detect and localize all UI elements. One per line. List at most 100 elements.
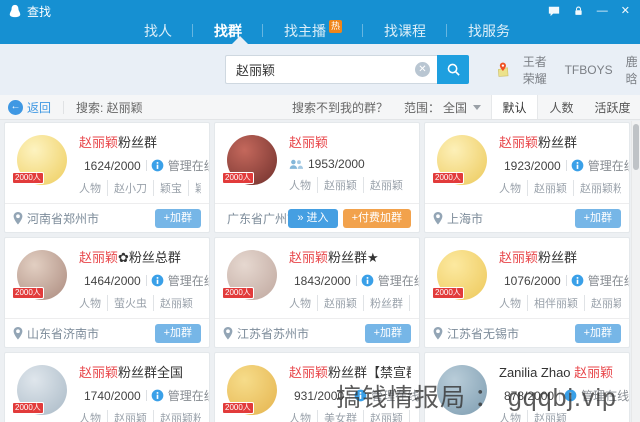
admin-online-group: 管理在线 [565,272,629,289]
tag-list: 人物 赵丽颖 赵丽颖 [289,177,403,193]
group-card[interactable]: 2000人 赵丽颖粉丝群 1076/2000 管理在线 人物相伴丽颖赵丽颖 [424,237,630,348]
divider [565,160,567,171]
admin-online-label: 管理在线 [581,389,630,403]
window-controls: — ✕ [548,5,630,17]
card-buttons: +加群 [574,208,621,228]
card-info: 赵丽颖粉丝群【禁宣群 931/2000 管理在线 人物美女群赵丽颖 颖宝宝 [289,365,419,422]
group-title: 赵丽颖粉丝群★ [289,250,379,265]
admin-online-group: 管理在线 [145,272,209,289]
group-tag: 赵丽颖 [317,177,357,193]
minimize-button[interactable]: — [597,5,608,17]
group-card[interactable]: 2000人 赵丽颖粉丝群★ 1843/2000 管理在线 人物赵丽颖粉丝群颖 [214,237,420,348]
map-pin-icon[interactable] [496,57,510,82]
group-tag: 人物 [499,298,521,310]
join-group-button[interactable]: +加群 [364,323,411,343]
group-tag: 赵丽颖 [584,295,621,311]
sort-tab[interactable]: 默认 [491,95,538,119]
group-tag: 赵丽颖 [527,180,567,196]
nav-tabs: 找人 找群 找主播 热 找课程 找服务 [0,18,640,44]
group-avatar: 2000人 [12,135,67,185]
member-count: 1076/2000 [504,273,561,288]
card-info: 赵丽颖粉丝群全国 1740/2000 管理在线 人物赵丽颖赵丽颖粉丝赵丽... [79,365,209,422]
search-bar: ✕ 王者荣耀 TFBOYS 鹿晗 [0,44,640,95]
card-top: 2000人 赵丽颖 1953/2000 人物 赵丽颖 赵丽颖 [215,123,419,193]
member-count: 878/2000 [504,388,555,403]
group-tag: 赵丽颖 [363,177,403,193]
group-tag: 人物 [499,183,521,195]
divider [565,275,567,286]
info-icon [354,389,367,402]
enter-group-button[interactable]: » 进入 [288,208,338,228]
clear-icon[interactable]: ✕ [415,62,430,77]
search-input[interactable] [225,55,437,84]
member-row: 1624/2000 管理在线 [79,157,209,174]
divider [145,160,147,171]
nav-tab[interactable]: 找主播 热 [263,18,364,44]
group-card[interactable]: 2000人 赵丽颖粉丝群 1923/2000 管理在线 人物赵丽颖赵丽颖粉丝颖火… [424,122,630,233]
group-card[interactable]: 2000人 赵丽颖粉丝群全国 1740/2000 管理在线 人物赵丽颖赵丽颖粉丝… [4,352,210,422]
search-button[interactable] [437,55,469,84]
location-pin-icon [13,211,23,225]
group-tag: 人物 [79,413,101,422]
group-card[interactable]: 2000人 赵丽颖粉丝群【禁宣群 931/2000 管理在线 人物美女群赵丽颖颖… [214,352,420,422]
group-tag: 萤火虫 [107,295,147,311]
join-group-button[interactable]: +加群 [574,208,621,228]
card-buttons: +加群 [364,323,411,343]
sort-tab[interactable]: 人数 [538,95,585,119]
nav-tab[interactable]: 找课程 [363,18,447,44]
group-title: 赵丽颖粉丝群【禁宣群 [289,365,411,380]
card-top: Zanilia Zhao 赵丽颖 878/2000 管理在线 人物 赵丽颖 [425,353,629,422]
feedback-icon[interactable] [548,5,560,17]
group-tag: 人物 [289,413,311,422]
nav-tab[interactable]: 找群 [193,18,263,44]
join-group-button[interactable]: +加群 [154,323,201,343]
group-card[interactable]: Zanilia Zhao 赵丽颖 878/2000 管理在线 人物 赵丽颖 [424,352,630,422]
divider [349,390,351,401]
card-buttons: +加群 [154,208,201,228]
tag-list: 人物美女群赵丽颖 颖宝宝 [289,410,411,422]
active-tab-notch [232,36,248,44]
group-title: Zanilia Zhao 赵丽颖 [499,365,614,380]
location-pin-icon [433,326,443,340]
card-top: 2000人 赵丽颖粉丝群 1923/2000 管理在线 人物赵丽颖赵丽颖粉丝颖火… [425,123,629,196]
group-avatar: 2000人 [432,250,487,300]
group-card[interactable]: 2000人 赵丽颖粉丝群 1624/2000 管理在线 人物赵小刀颖宝颖火虫粉.… [4,122,210,233]
group-card[interactable]: 2000人 赵丽颖✿粉丝总群 1464/2000 管理在线 人物萤火虫赵丽颖 [4,237,210,348]
scrollbar[interactable] [631,121,640,422]
scope-dropdown[interactable]: 范围： 全国 [404,99,481,116]
scrollbar-thumb[interactable] [633,124,639,170]
hot-keyword-link[interactable]: 王者荣耀 [523,53,552,87]
nav-tab[interactable]: 找人 [123,18,193,44]
divider [559,390,561,401]
nav-tab[interactable]: 找服务 [447,18,531,44]
cannot-find-group-link[interactable]: 搜索不到我的群？ [292,99,388,116]
lock-icon[interactable] [573,5,584,17]
tag-list: 人物 萤火虫 赵丽颖 [79,295,201,311]
capacity-badge: 2000人 [12,402,44,414]
group-tag: 赵丽颖 [317,295,357,311]
member-row: 931/2000 管理在线 [289,387,419,404]
admin-online-label: 管理在线 [377,274,419,288]
capacity-badge: 2000人 [222,287,254,299]
card-footer: 江苏省无锡市 +加群 [425,318,629,347]
hot-keyword-link[interactable]: TFBOYS [565,63,613,77]
find-window: 查找 — ✕ 找人 找群 找主播 热 找课程 找服务 ✕ [0,0,640,422]
tag-list: 人物赵丽颖赵丽颖粉丝赵丽... [79,410,201,422]
member-count: 1740/2000 [84,388,141,403]
location-pin-icon [13,326,23,340]
hot-keyword-link[interactable]: 鹿晗 [626,53,640,87]
back-button[interactable]: ← 返回 [8,99,51,116]
member-count: 1923/2000 [504,158,561,173]
group-card[interactable]: 2000人 赵丽颖 1953/2000 人物 赵丽颖 赵丽颖 广东省广州市 » 进入… [214,122,420,233]
sort-tab[interactable]: 活跃度 [585,95,640,119]
close-button[interactable]: ✕ [621,5,630,17]
join-group-button[interactable]: +加群 [574,323,621,343]
paid-group-button[interactable]: +付费加群 [342,208,411,228]
card-buttons: » 进入 +付费加群 [288,208,411,228]
card-footer: 上海市 +加群 [425,203,629,232]
admin-online-group: 管理在线 [145,387,209,404]
sort-tab-label: 默认 [502,100,527,115]
info-icon [151,159,164,172]
join-group-button[interactable]: +加群 [154,208,201,228]
group-tag: 人物 [289,298,311,310]
